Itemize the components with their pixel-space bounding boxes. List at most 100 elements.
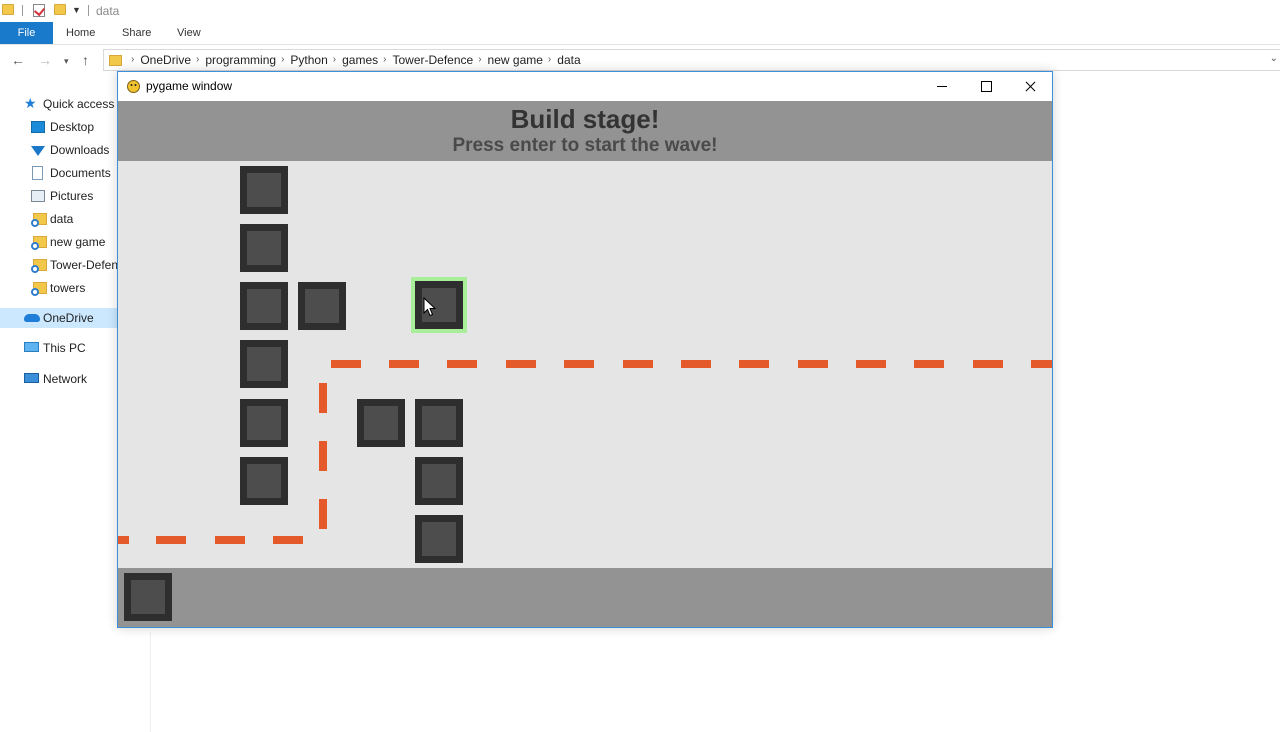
- nav-item-label: This PC: [43, 341, 86, 355]
- shop-tower-button[interactable]: [124, 573, 172, 621]
- properties-icon[interactable]: [33, 4, 45, 17]
- nav-item-label: Desktop: [50, 120, 95, 134]
- tower[interactable]: [415, 399, 463, 447]
- tab-file[interactable]: File: [0, 22, 53, 44]
- desktop-icon: [31, 121, 45, 133]
- chevron-right-icon[interactable]: ›: [473, 50, 487, 70]
- folder-icon[interactable]: [2, 4, 14, 15]
- folder-icon: [31, 213, 47, 227]
- path-dash: [319, 499, 327, 529]
- download-icon: [31, 146, 45, 156]
- breadcrumb: › OneDrive › programming › Python › game…: [126, 50, 581, 70]
- path-dash: [331, 360, 361, 368]
- path-dash: [1031, 360, 1052, 368]
- path-dash: [914, 360, 944, 368]
- nav-item-label: Downloads: [50, 143, 110, 157]
- tab-share[interactable]: Share: [122, 22, 151, 44]
- nav-item-label: towers: [50, 281, 86, 295]
- path-dash: [118, 536, 129, 544]
- pygame-snake-icon: [127, 80, 140, 93]
- game-canvas[interactable]: Build stage! Press enter to start the wa…: [118, 101, 1052, 627]
- tower-placement-preview[interactable]: [411, 277, 467, 333]
- tower[interactable]: [240, 282, 288, 330]
- customize-toolbar-icon[interactable]: ▼: [72, 5, 81, 15]
- pygame-window-title: pygame window: [146, 79, 233, 93]
- chevron-right-icon[interactable]: ›: [328, 50, 342, 70]
- tower[interactable]: [357, 399, 405, 447]
- nav-item-label: Network: [43, 372, 88, 386]
- stage-title: Build stage!: [510, 104, 660, 134]
- tower[interactable]: [415, 457, 463, 505]
- path-dash: [506, 360, 536, 368]
- tower[interactable]: [415, 515, 463, 563]
- path-dash: [273, 536, 303, 544]
- chevron-down-icon[interactable]: ⌄: [1270, 53, 1278, 64]
- stage-subtitle: Press enter to start the wave!: [452, 135, 718, 156]
- ribbon: File Home Share View: [0, 22, 1280, 45]
- star-icon: ★: [24, 95, 37, 111]
- close-button[interactable]: [1008, 72, 1052, 101]
- path-dash: [215, 536, 245, 544]
- nav-item-tower-defence[interactable]: Tower-Defence: [31, 255, 119, 275]
- path-dash: [564, 360, 594, 368]
- tower[interactable]: [240, 224, 288, 272]
- toolbar-separator: [22, 5, 23, 16]
- path-dash: [389, 360, 419, 368]
- pc-icon: [24, 342, 39, 352]
- nav-item-label: OneDrive: [43, 311, 94, 325]
- maximize-button[interactable]: [964, 72, 1008, 101]
- game-header: Build stage! Press enter to start the wa…: [118, 101, 1052, 161]
- breadcrumb-programming[interactable]: programming: [205, 50, 276, 70]
- tower[interactable]: [240, 457, 288, 505]
- address-bar: ← → ▾ ↑ › OneDrive › programming › Pytho…: [0, 46, 1280, 74]
- tab-view[interactable]: View: [177, 22, 201, 44]
- address-box[interactable]: › OneDrive › programming › Python › game…: [103, 49, 1280, 71]
- chevron-right-icon[interactable]: ›: [378, 50, 392, 70]
- path-dash: [973, 360, 1003, 368]
- tower[interactable]: [240, 340, 288, 388]
- breadcrumb-python[interactable]: Python: [290, 50, 327, 70]
- path-dash: [856, 360, 886, 368]
- recent-locations-icon[interactable]: ▾: [64, 56, 69, 67]
- tab-home[interactable]: Home: [66, 22, 95, 44]
- tower-shop-bar: [118, 568, 1052, 627]
- folder-icon: [31, 282, 47, 296]
- minimize-button[interactable]: [920, 72, 964, 101]
- nav-item-label: new game: [50, 235, 106, 249]
- nav-item-label: Documents: [50, 166, 111, 180]
- folder-icon: [109, 55, 122, 66]
- chevron-right-icon[interactable]: ›: [191, 50, 205, 70]
- nav-item-onedrive[interactable]: OneDrive: [0, 308, 118, 328]
- folder-icon: [31, 236, 47, 250]
- tower[interactable]: [298, 282, 346, 330]
- documents-icon: [32, 166, 43, 180]
- back-arrow-icon[interactable]: ←: [11, 52, 25, 68]
- nav-item-label: data: [50, 212, 74, 226]
- tower[interactable]: [240, 399, 288, 447]
- up-arrow-icon[interactable]: ↑: [82, 52, 89, 68]
- path-dash: [319, 383, 327, 413]
- pane-divider: [150, 632, 151, 732]
- pygame-window[interactable]: pygame window Build stage! Press enter t…: [117, 71, 1053, 628]
- pygame-titlebar[interactable]: pygame window: [118, 72, 1052, 101]
- forward-arrow-icon[interactable]: →: [38, 52, 52, 68]
- network-icon: [24, 373, 39, 383]
- mouse-cursor-icon: [423, 297, 437, 317]
- path-dash: [623, 360, 653, 368]
- breadcrumb-tower-defence[interactable]: Tower-Defence: [393, 50, 474, 70]
- breadcrumb-new-game[interactable]: new game: [488, 50, 543, 70]
- breadcrumb-onedrive[interactable]: OneDrive: [140, 50, 191, 70]
- chevron-right-icon[interactable]: ›: [276, 50, 290, 70]
- path-dash: [681, 360, 711, 368]
- window-title: data: [96, 4, 120, 18]
- onedrive-icon: [24, 314, 40, 322]
- breadcrumb-data[interactable]: data: [557, 50, 580, 70]
- path-dash: [156, 536, 186, 544]
- path-dash: [447, 360, 477, 368]
- chevron-right-icon[interactable]: ›: [126, 50, 140, 70]
- tower[interactable]: [240, 166, 288, 214]
- new-folder-icon[interactable]: [54, 4, 66, 15]
- chevron-right-icon[interactable]: ›: [543, 50, 557, 70]
- folder-icon: [31, 259, 47, 273]
- breadcrumb-games[interactable]: games: [342, 50, 378, 70]
